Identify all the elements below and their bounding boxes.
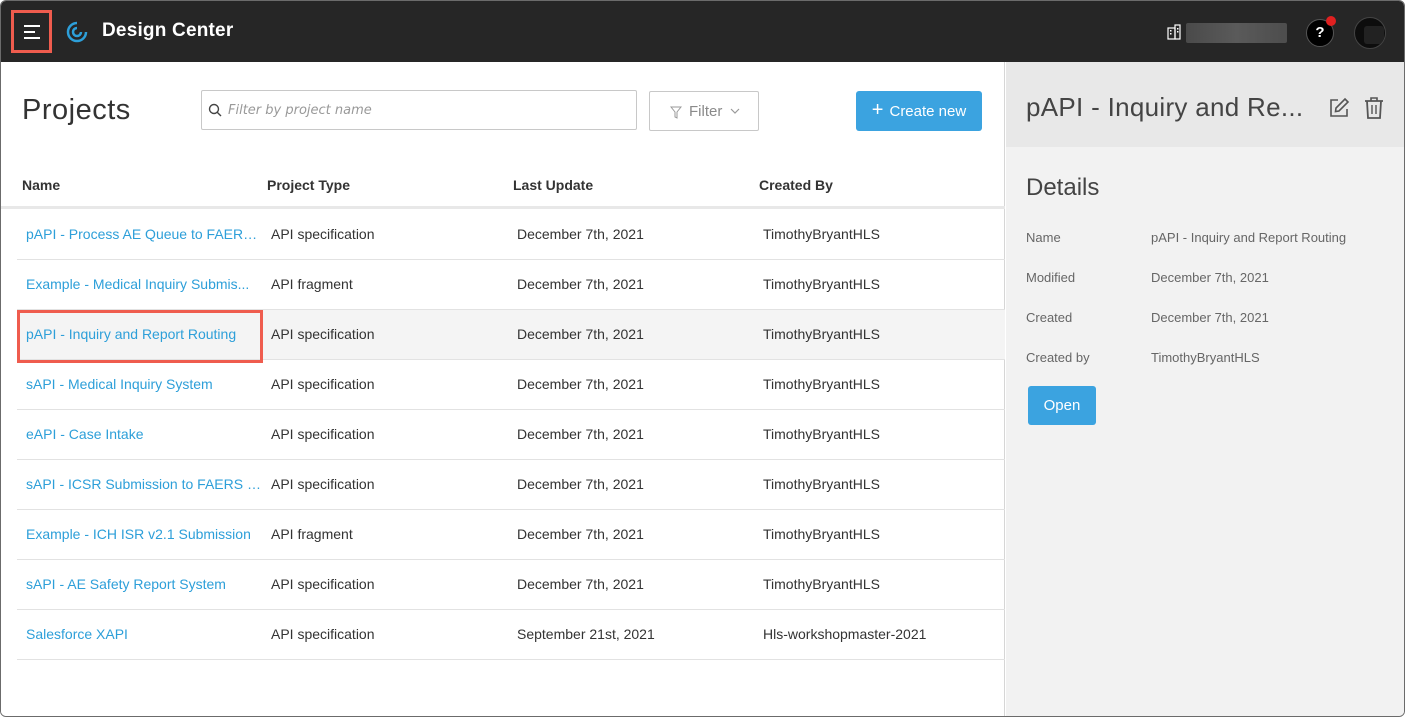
projects-panel: Projects Filter + Create new Name Projec… [1,62,1005,716]
last-update: December 7th, 2021 [517,476,644,492]
details-panel: pAPI - Inquiry and Re... Details Name pA… [1006,62,1404,716]
notification-dot [1326,16,1336,26]
filter-button[interactable]: Filter [649,91,759,131]
trash-icon[interactable] [1363,96,1385,120]
project-type: API specification [271,576,375,592]
project-name-link[interactable]: pAPI - Process AE Queue to FAERS ... [26,226,262,242]
last-update: December 7th, 2021 [517,326,644,342]
last-update: December 7th, 2021 [517,426,644,442]
detail-value: pAPI - Inquiry and Report Routing [1151,230,1347,245]
detail-label: Created by [1026,350,1090,365]
project-type: API specification [271,626,375,642]
project-type: API specification [271,326,375,342]
project-type: API specification [271,426,375,442]
projects-table: pAPI - Process AE Queue to FAERS ... API… [17,210,1005,660]
project-type: API specification [271,376,375,392]
project-type: API fragment [271,526,353,542]
table-row-selected[interactable]: pAPI - Inquiry and Report Routing API sp… [17,310,1005,363]
last-update: December 7th, 2021 [517,276,644,292]
created-by: TimothyBryantHLS [763,276,880,292]
last-update: December 7th, 2021 [517,226,644,242]
created-by: TimothyBryantHLS [763,576,880,592]
detail-label: Name [1026,230,1061,245]
project-name-link[interactable]: sAPI - Medical Inquiry System [26,376,262,392]
project-name-link[interactable]: Example - Medical Inquiry Submis... [26,276,262,292]
last-update: September 21st, 2021 [517,626,655,642]
project-name-link[interactable]: pAPI - Inquiry and Report Routing [26,326,262,342]
design-center-logo-icon [66,21,88,43]
last-update: December 7th, 2021 [517,376,644,392]
search-input[interactable] [228,99,628,121]
project-type: API specification [271,226,375,242]
project-name-link[interactable]: Salesforce XAPI [26,626,262,642]
table-row[interactable]: pAPI - Process AE Queue to FAERS ... API… [17,210,1005,260]
column-header-project-type[interactable]: Project Type [267,177,350,193]
project-name-link[interactable]: eAPI - Case Intake [26,426,262,442]
app-title: Design Center [102,20,234,41]
project-name-link[interactable]: sAPI - ICSR Submission to FAERS S... [26,476,262,492]
detail-label: Modified [1026,270,1076,285]
open-button[interactable]: Open [1028,386,1096,425]
column-header-name[interactable]: Name [22,177,60,193]
created-by: TimothyBryantHLS [763,476,880,492]
app-window: Design Center ? Projects Filter by proje… [0,0,1405,717]
last-update: December 7th, 2021 [517,526,644,542]
table-row[interactable]: sAPI - AE Safety Report System API speci… [17,560,1005,610]
hamburger-menu-icon[interactable] [11,10,52,53]
detail-value: December 7th, 2021 [1151,270,1269,285]
filter-label: Filter [689,103,723,120]
edit-icon[interactable] [1328,97,1350,119]
project-type: API fragment [271,276,353,292]
details-section-title: Details [1026,174,1100,201]
table-header: Name Project Type Last Update Created By [1,169,1005,209]
table-row[interactable]: sAPI - ICSR Submission to FAERS S... API… [17,460,1005,510]
funnel-icon [670,106,682,119]
avatar[interactable] [1354,17,1386,49]
building-icon[interactable] [1166,24,1182,40]
table-row[interactable]: Example - ICH ISR v2.1 Submission API fr… [17,510,1005,560]
table-row[interactable]: Salesforce XAPI API specification Septem… [17,610,1005,660]
created-by: Hls-workshopmaster-2021 [763,626,927,642]
table-row[interactable]: eAPI - Case Intake API specification Dec… [17,410,1005,460]
last-update: December 7th, 2021 [517,576,644,592]
created-by: TimothyBryantHLS [763,426,880,442]
table-row[interactable]: Example - Medical Inquiry Submis... API … [17,260,1005,310]
page-title: Projects [22,94,131,126]
project-name-link[interactable]: sAPI - AE Safety Report System [26,576,262,592]
detail-value: TimothyBryantHLS [1151,350,1260,365]
project-type: API specification [271,476,375,492]
created-by: TimothyBryantHLS [763,526,880,542]
plus-icon: + [871,99,884,121]
created-by: TimothyBryantHLS [763,376,880,392]
top-bar: Design Center ? [1,1,1404,62]
column-header-created-by[interactable]: Created By [759,177,833,193]
create-new-button[interactable]: + Create new [856,91,982,131]
column-header-last-update[interactable]: Last Update [513,177,593,193]
detail-label: Created [1026,310,1073,325]
detail-value: December 7th, 2021 [1151,310,1269,325]
org-name-redacted[interactable] [1186,23,1287,43]
table-row[interactable]: sAPI - Medical Inquiry System API specif… [17,360,1005,410]
details-header: pAPI - Inquiry and Re... [1006,62,1404,147]
chevron-down-icon [730,108,740,114]
created-by: TimothyBryantHLS [763,326,880,342]
search-box[interactable] [201,90,637,130]
search-icon [208,103,222,117]
created-by: TimothyBryantHLS [763,226,880,242]
project-name-link[interactable]: Example - ICH ISR v2.1 Submission [26,526,262,542]
details-header-title: pAPI - Inquiry and Re... [1026,92,1304,122]
create-new-label: Create new [889,102,967,120]
